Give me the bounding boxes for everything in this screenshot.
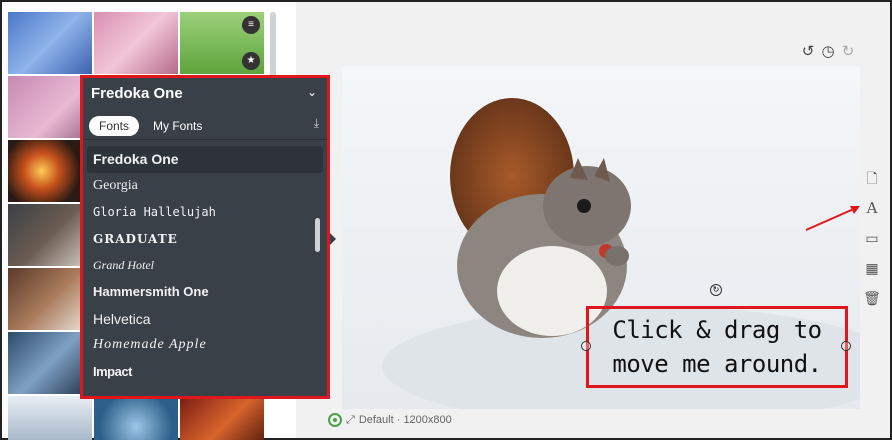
font-option-graduate[interactable]: GRADUATE: [87, 226, 323, 253]
font-picker-header[interactable]: Fredoka One ⌄: [83, 78, 327, 110]
text-element[interactable]: Click & drag to move me around.: [586, 306, 848, 388]
font-option-homemade-apple[interactable]: Homemade Apple: [87, 332, 323, 359]
font-option-grand-hotel[interactable]: Grand Hotel: [87, 252, 323, 279]
tab-fonts[interactable]: Fonts: [89, 116, 140, 136]
grid-icon[interactable]: ▦: [862, 258, 882, 278]
font-option-fredoka-one[interactable]: Fredoka One: [87, 146, 323, 173]
rotate-handle[interactable]: ↻: [710, 284, 722, 296]
resize-icon[interactable]: ⤢: [346, 414, 355, 427]
tab-my-fonts[interactable]: My Fonts: [153, 116, 202, 136]
font-list-scrollbar[interactable]: [315, 218, 320, 252]
side-toolbar: 🗋 A ▭ ▦ 🗑: [862, 168, 882, 318]
text-line-1: Click & drag to: [612, 316, 822, 344]
text-element-content[interactable]: Click & drag to move me around.: [593, 313, 841, 381]
frame-icon[interactable]: ▭: [862, 228, 882, 248]
canvas-status: ⤢ Default · 1200x800: [328, 413, 452, 427]
menu-icon[interactable]: ≡: [242, 16, 260, 34]
undo-icon[interactable]: ↺: [800, 44, 816, 60]
pointer-arrow-icon: [805, 206, 860, 231]
canvas-size-label: Default · 1200x800: [358, 414, 452, 426]
font-option-gloria-hallelujah[interactable]: Gloria Hallelujah: [87, 199, 323, 226]
resize-handle-right[interactable]: [841, 341, 851, 351]
chevron-down-icon[interactable]: ⌄: [307, 85, 317, 99]
photo-thumb[interactable]: [8, 396, 92, 440]
text-line-2: move me around.: [612, 350, 822, 378]
history-controls: ↺ ◷ ↻: [800, 44, 856, 60]
redo-icon[interactable]: ↻: [840, 44, 856, 60]
trash-icon[interactable]: 🗑: [862, 288, 882, 308]
panel-pointer: [330, 233, 336, 245]
selected-font-label: Fredoka One: [91, 85, 183, 102]
status-indicator-icon[interactable]: [328, 413, 342, 427]
photo-thumb[interactable]: [8, 12, 92, 74]
font-option-impact[interactable]: Impact: [87, 359, 323, 386]
photo-thumb[interactable]: ≡ ★: [180, 12, 264, 74]
photo-thumb[interactable]: [180, 396, 264, 440]
font-list: Fredoka One Georgia Gloria Hallelujah GR…: [87, 146, 323, 385]
history-icon[interactable]: ◷: [820, 44, 836, 60]
font-picker-panel: Fredoka One ⌄ Fonts My Fonts ⤓ Fredoka O…: [80, 75, 330, 399]
font-option-georgia[interactable]: Georgia: [87, 173, 323, 200]
page-icon[interactable]: 🗋: [862, 168, 882, 188]
font-tabs: Fonts My Fonts: [83, 112, 327, 140]
photo-thumb[interactable]: [94, 12, 178, 74]
font-option-helvetica[interactable]: Helvetica: [87, 306, 323, 333]
download-icon[interactable]: ⤓: [314, 116, 319, 131]
resize-handle-left[interactable]: [581, 341, 591, 351]
photo-thumb[interactable]: [94, 396, 178, 440]
text-style-icon[interactable]: A: [862, 198, 882, 218]
star-icon[interactable]: ★: [242, 52, 260, 70]
font-option-hammersmith-one[interactable]: Hammersmith One: [87, 279, 323, 306]
